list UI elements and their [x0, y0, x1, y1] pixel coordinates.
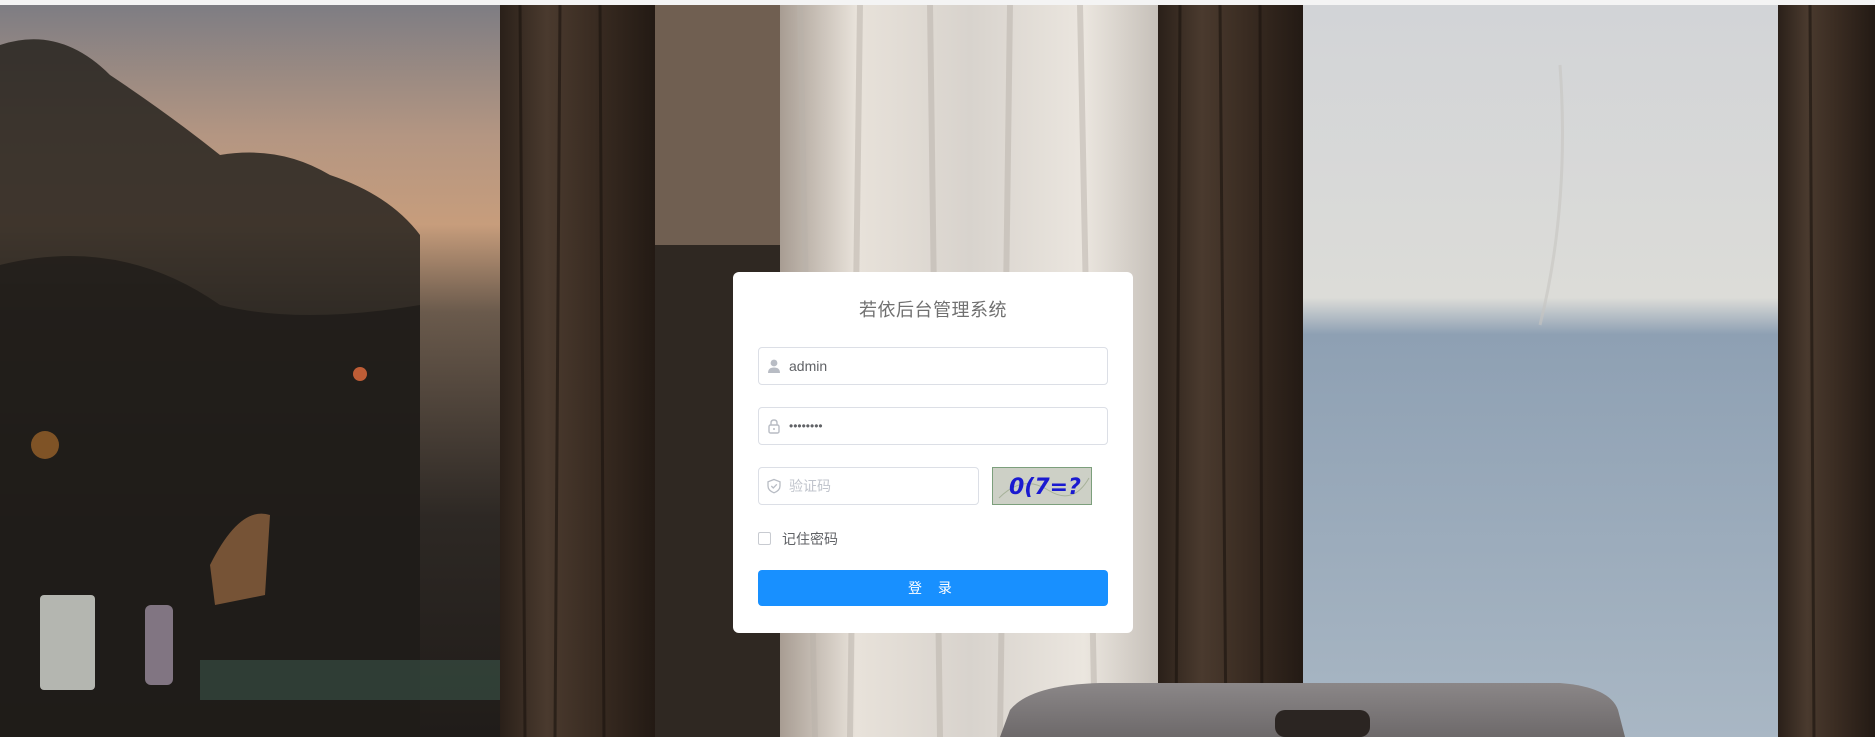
remember-checkbox[interactable]: [758, 532, 771, 545]
captcha-image[interactable]: 0(7=?: [992, 467, 1092, 505]
login-button[interactable]: 登 录: [758, 570, 1108, 606]
password-value: ••••••••: [789, 419, 823, 433]
login-card: 若依后台管理系统 admin •••••••• 验证码 0(7=? 记住密码 登…: [733, 272, 1133, 633]
login-title: 若依后台管理系统: [859, 300, 1007, 320]
lock-icon: [766, 418, 782, 434]
username-field[interactable]: admin: [758, 347, 1108, 385]
shield-icon: [766, 478, 782, 494]
user-icon: [766, 358, 782, 374]
username-value: admin: [789, 358, 828, 374]
captcha-input[interactable]: 验证码: [758, 467, 979, 505]
captcha-text: 0(7=?: [1009, 475, 1081, 500]
captcha-placeholder: 验证码: [789, 478, 831, 494]
password-field[interactable]: ••••••••: [758, 407, 1108, 445]
remember-label: 记住密码: [782, 531, 838, 547]
